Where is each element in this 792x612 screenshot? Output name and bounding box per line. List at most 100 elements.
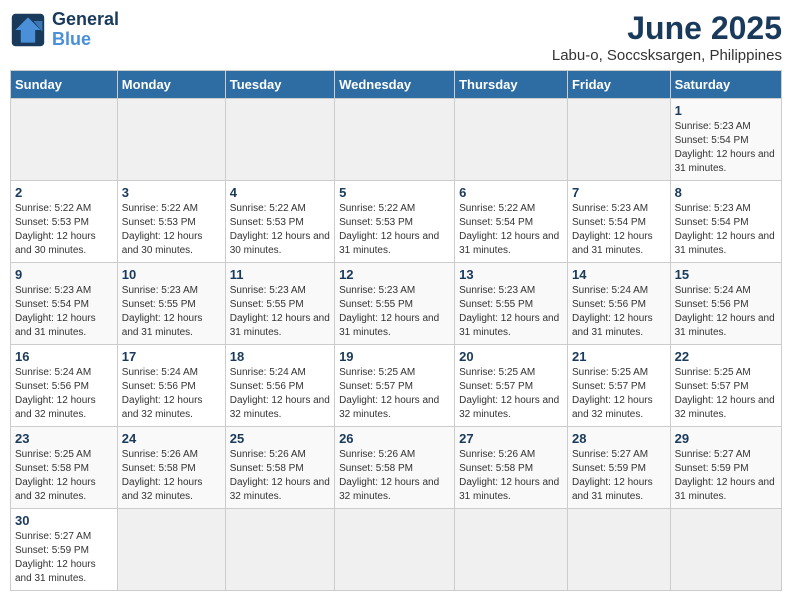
header-saturday: Saturday [670, 71, 781, 99]
page-header: General Blue June 2025 Labu-o, Soccsksar… [10, 10, 782, 64]
calendar-cell: 19Sunrise: 5:25 AMSunset: 5:57 PMDayligh… [335, 345, 455, 427]
calendar-cell: 17 Sunrise: 5:24 AMSunset: 5:56 PMDayligh… [117, 345, 225, 427]
calendar-cell: 1 Sunrise: 5:23 AMSunset: 5:54 PMDaylight… [670, 99, 781, 181]
calendar-cell: 16 Sunrise: 5:24 AMSunset: 5:56 PMDayligh… [11, 345, 118, 427]
day-number: 10 [122, 267, 221, 282]
day-number: 23 [15, 431, 113, 446]
day-number: 2 [15, 185, 113, 200]
day-info: Sunrise: 5:24 AMSunset: 5:56 PMDaylight:… [122, 366, 221, 422]
day-info: Sunrise: 5:23 AMSunset: 5:55 PMDaylight:… [122, 284, 221, 340]
day-number: 16 [15, 349, 113, 364]
calendar-cell: 14Sunrise: 5:24 AMSunset: 5:56 PMDayligh… [567, 263, 670, 345]
calendar-cell: 20 Sunrise: 5:25 AMSunset: 5:57 PMDayligh… [455, 345, 568, 427]
day-info: Sunrise: 5:26 AMSunset: 5:58 PMDaylight:… [122, 448, 221, 504]
day-number: 11 [230, 267, 330, 282]
day-number: 15 [675, 267, 777, 282]
day-info: Sunrise: 5:23 AMSunset: 5:55 PMDaylight:… [230, 284, 330, 340]
calendar-cell: 4 Sunrise: 5:22 AMSunset: 5:53 PMDaylight… [225, 181, 334, 263]
day-info: Sunrise: 5:23 AMSunset: 5:55 PMDaylight:… [459, 284, 563, 340]
title-block: June 2025 Labu-o, Soccsksargen, Philippi… [552, 10, 782, 64]
calendar-cell [335, 509, 455, 591]
day-number: 8 [675, 185, 777, 200]
calendar-cell: 15 Sunrise: 5:24 AMSunset: 5:56 PMDayligh… [670, 263, 781, 345]
day-info: Sunrise: 5:24 AMSunset: 5:56 PMDaylight:… [675, 284, 777, 340]
day-info: Sunrise: 5:27 AMSunset: 5:59 PMDaylight:… [572, 448, 666, 504]
day-number: 9 [15, 267, 113, 282]
logo: General Blue [10, 10, 119, 50]
calendar-week-row: 2 Sunrise: 5:22 AMSunset: 5:53 PMDaylight… [11, 181, 782, 263]
day-number: 17 [122, 349, 221, 364]
day-info: Sunrise: 5:24 AMSunset: 5:56 PMDaylight:… [15, 366, 113, 422]
day-number: 18 [230, 349, 330, 364]
day-info: Sunrise: 5:26 AMSunset: 5:58 PMDaylight:… [230, 448, 330, 504]
day-info: Sunrise: 5:22 AMSunset: 5:53 PMDaylight:… [230, 202, 330, 258]
day-number: 6 [459, 185, 563, 200]
day-info: Sunrise: 5:23 AMSunset: 5:54 PMDaylight:… [675, 120, 777, 176]
day-number: 21 [572, 349, 666, 364]
day-info: Sunrise: 5:27 AMSunset: 5:59 PMDaylight:… [15, 530, 113, 586]
day-info: Sunrise: 5:25 AMSunset: 5:57 PMDaylight:… [459, 366, 563, 422]
logo-icon [10, 12, 46, 48]
calendar-cell [335, 99, 455, 181]
day-number: 13 [459, 267, 563, 282]
day-info: Sunrise: 5:22 AMSunset: 5:53 PMDaylight:… [339, 202, 450, 258]
calendar-header-row: Sunday Monday Tuesday Wednesday Thursday… [11, 71, 782, 99]
calendar-cell [225, 99, 334, 181]
day-info: Sunrise: 5:25 AMSunset: 5:57 PMDaylight:… [572, 366, 666, 422]
day-info: Sunrise: 5:26 AMSunset: 5:58 PMDaylight:… [339, 448, 450, 504]
day-number: 12 [339, 267, 450, 282]
day-number: 1 [675, 103, 777, 118]
calendar-cell: 28 Sunrise: 5:27 AMSunset: 5:59 PMDayligh… [567, 427, 670, 509]
calendar-week-row: 9 Sunrise: 5:23 AMSunset: 5:54 PMDaylight… [11, 263, 782, 345]
calendar-cell [567, 99, 670, 181]
calendar-cell: 27Sunrise: 5:26 AMSunset: 5:58 PMDayligh… [455, 427, 568, 509]
day-number: 26 [339, 431, 450, 446]
calendar-cell [670, 509, 781, 591]
calendar-cell: 10 Sunrise: 5:23 AMSunset: 5:55 PMDayligh… [117, 263, 225, 345]
day-number: 20 [459, 349, 563, 364]
day-number: 4 [230, 185, 330, 200]
calendar-cell: 26 Sunrise: 5:26 AMSunset: 5:58 PMDayligh… [335, 427, 455, 509]
calendar-cell [455, 509, 568, 591]
day-number: 22 [675, 349, 777, 364]
subtitle: Labu-o, Soccsksargen, Philippines [552, 47, 782, 64]
calendar-cell: 9 Sunrise: 5:23 AMSunset: 5:54 PMDaylight… [11, 263, 118, 345]
day-info: Sunrise: 5:24 AMSunset: 5:56 PMDaylight:… [572, 284, 666, 340]
calendar-table: Sunday Monday Tuesday Wednesday Thursday… [10, 70, 782, 591]
day-info: Sunrise: 5:24 AMSunset: 5:56 PMDaylight:… [230, 366, 330, 422]
calendar-cell [225, 509, 334, 591]
header-wednesday: Wednesday [335, 71, 455, 99]
day-info: Sunrise: 5:22 AMSunset: 5:54 PMDaylight:… [459, 202, 563, 258]
calendar-cell: 29Sunrise: 5:27 AMSunset: 5:59 PMDayligh… [670, 427, 781, 509]
calendar-cell: 7Sunrise: 5:23 AMSunset: 5:54 PMDaylight… [567, 181, 670, 263]
calendar-cell [117, 99, 225, 181]
day-info: Sunrise: 5:25 AMSunset: 5:58 PMDaylight:… [15, 448, 113, 504]
calendar-week-row: 1 Sunrise: 5:23 AMSunset: 5:54 PMDaylight… [11, 99, 782, 181]
calendar-cell: 30Sunrise: 5:27 AMSunset: 5:59 PMDayligh… [11, 509, 118, 591]
calendar-cell: 5Sunrise: 5:22 AMSunset: 5:53 PMDaylight… [335, 181, 455, 263]
calendar-cell: 21 Sunrise: 5:25 AMSunset: 5:57 PMDayligh… [567, 345, 670, 427]
day-info: Sunrise: 5:23 AMSunset: 5:54 PMDaylight:… [675, 202, 777, 258]
calendar-week-row: 16 Sunrise: 5:24 AMSunset: 5:56 PMDayligh… [11, 345, 782, 427]
header-monday: Monday [117, 71, 225, 99]
calendar-cell: 6 Sunrise: 5:22 AMSunset: 5:54 PMDaylight… [455, 181, 568, 263]
calendar-week-row: 23 Sunrise: 5:25 AMSunset: 5:58 PMDayligh… [11, 427, 782, 509]
header-thursday: Thursday [455, 71, 568, 99]
day-number: 24 [122, 431, 221, 446]
calendar-cell [117, 509, 225, 591]
day-number: 27 [459, 431, 563, 446]
header-sunday: Sunday [11, 71, 118, 99]
day-info: Sunrise: 5:23 AMSunset: 5:54 PMDaylight:… [15, 284, 113, 340]
day-number: 25 [230, 431, 330, 446]
calendar-cell: 13 Sunrise: 5:23 AMSunset: 5:55 PMDayligh… [455, 263, 568, 345]
day-number: 7 [572, 185, 666, 200]
day-number: 28 [572, 431, 666, 446]
day-number: 3 [122, 185, 221, 200]
calendar-cell: 11 Sunrise: 5:23 AMSunset: 5:55 PMDayligh… [225, 263, 334, 345]
calendar-cell: 25 Sunrise: 5:26 AMSunset: 5:58 PMDayligh… [225, 427, 334, 509]
calendar-cell: 22Sunrise: 5:25 AMSunset: 5:57 PMDayligh… [670, 345, 781, 427]
calendar-cell [455, 99, 568, 181]
calendar-cell: 24 Sunrise: 5:26 AMSunset: 5:58 PMDayligh… [117, 427, 225, 509]
calendar-cell: 8 Sunrise: 5:23 AMSunset: 5:54 PMDaylight… [670, 181, 781, 263]
logo-text: General Blue [52, 10, 119, 50]
